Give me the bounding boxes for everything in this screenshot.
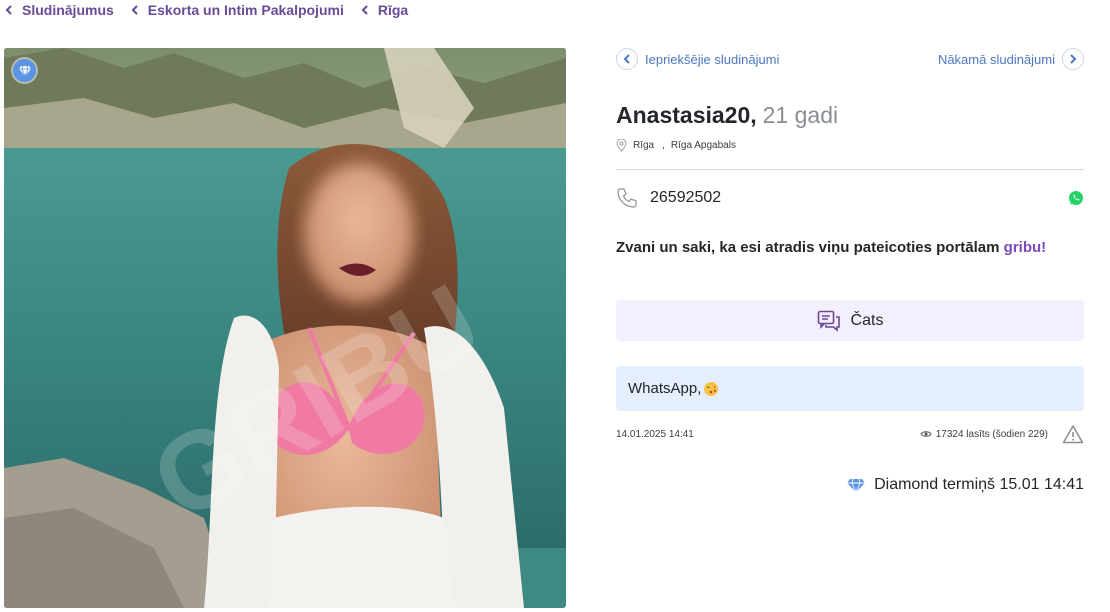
breadcrumb: Sludinājumus Eskorta un Intim Pakalpojum… (0, 0, 420, 20)
call-prompt: Zvani un saki, ka esi atradis viņu patei… (616, 239, 1084, 259)
location-city: Rīga (633, 139, 655, 151)
chevron-right-icon (1070, 54, 1077, 64)
breadcrumb-item-escort[interactable]: Eskorta un Intim Pakalpojumi (126, 2, 344, 18)
next-circle (1062, 48, 1084, 70)
listing-location: Rīga, Rīga Apgabals (616, 138, 1084, 152)
brand-link[interactable]: gribu! (1004, 239, 1047, 256)
prev-circle (616, 48, 638, 70)
view-count: 17324 lasīts (šodien 229) (920, 429, 1048, 440)
listing-date: 14.01.2025 14:41 (616, 428, 694, 440)
diamond-icon (847, 478, 866, 493)
breadcrumb-label: Rīga (377, 2, 409, 18)
listing-details: Iepriekšējie sludinājumi Nākamā sludināj… (616, 48, 1084, 496)
prev-listing-label: Iepriekšējie sludinājumi (645, 51, 780, 67)
view-count-text: 17324 lasīts (šodien 229) (935, 428, 1048, 440)
divider (616, 169, 1084, 170)
chevron-left-icon (131, 5, 138, 15)
photo-illustration: GRIBU (4, 48, 566, 608)
phone-row: 26592502 (616, 187, 1084, 209)
diamond-icon (18, 65, 31, 77)
chat-button-label: Čats (850, 311, 884, 329)
diamond-term-text: Diamond termiņš 15.01 14:41 (874, 476, 1084, 493)
breadcrumb-item-sludinajumus[interactable]: Sludinājumus (0, 2, 114, 18)
listing-description: WhatsApp, (616, 366, 1084, 411)
eye-icon (920, 431, 932, 437)
listing-age: 21 gadi (762, 102, 839, 128)
diamond-term: Diamond termiņš 15.01 14:41 (616, 474, 1084, 496)
location-comma: , (662, 139, 665, 151)
phone-icon (617, 188, 637, 208)
listing-navigation: Iepriekšējie sludinājumi Nākamā sludināj… (616, 48, 1084, 70)
phone-number[interactable]: 26592502 (650, 189, 721, 207)
location-region: Rīga Apgabals (670, 139, 736, 151)
description-text: WhatsApp, (628, 380, 702, 397)
call-prompt-text: Zvani un saki, ka esi atradis viņu patei… (616, 239, 1004, 256)
meta-row: 14.01.2025 14:41 17324 lasīts (šodien 22… (616, 424, 1084, 444)
whatsapp-icon[interactable] (1068, 190, 1084, 206)
location-pin-icon (616, 138, 627, 152)
chat-button[interactable]: Čats (616, 300, 1084, 341)
chevron-left-icon (5, 5, 12, 15)
next-listing-link[interactable]: Nākamā sludinājumi (938, 48, 1084, 70)
breadcrumb-label: Sludinājumus (22, 2, 114, 18)
report-warning-icon[interactable] (1062, 424, 1084, 444)
listing-name: Anastasia20, (616, 102, 757, 128)
breadcrumb-item-riga[interactable]: Rīga (356, 2, 408, 18)
prev-listing-link[interactable]: Iepriekšējie sludinājumi (616, 48, 779, 70)
listing-title: Anastasia20, 21 gadi (616, 102, 1084, 130)
kissing-heart-emoji-icon (704, 381, 719, 396)
chevron-left-icon (623, 54, 630, 64)
next-listing-label: Nākamā sludinājumi (937, 51, 1055, 67)
diamond-badge (13, 59, 36, 82)
chevron-left-icon (361, 5, 368, 15)
listing-photo[interactable]: GRIBU (4, 48, 566, 608)
chat-icon (817, 310, 840, 332)
breadcrumb-label: Eskorta un Intim Pakalpojumi (147, 2, 344, 18)
